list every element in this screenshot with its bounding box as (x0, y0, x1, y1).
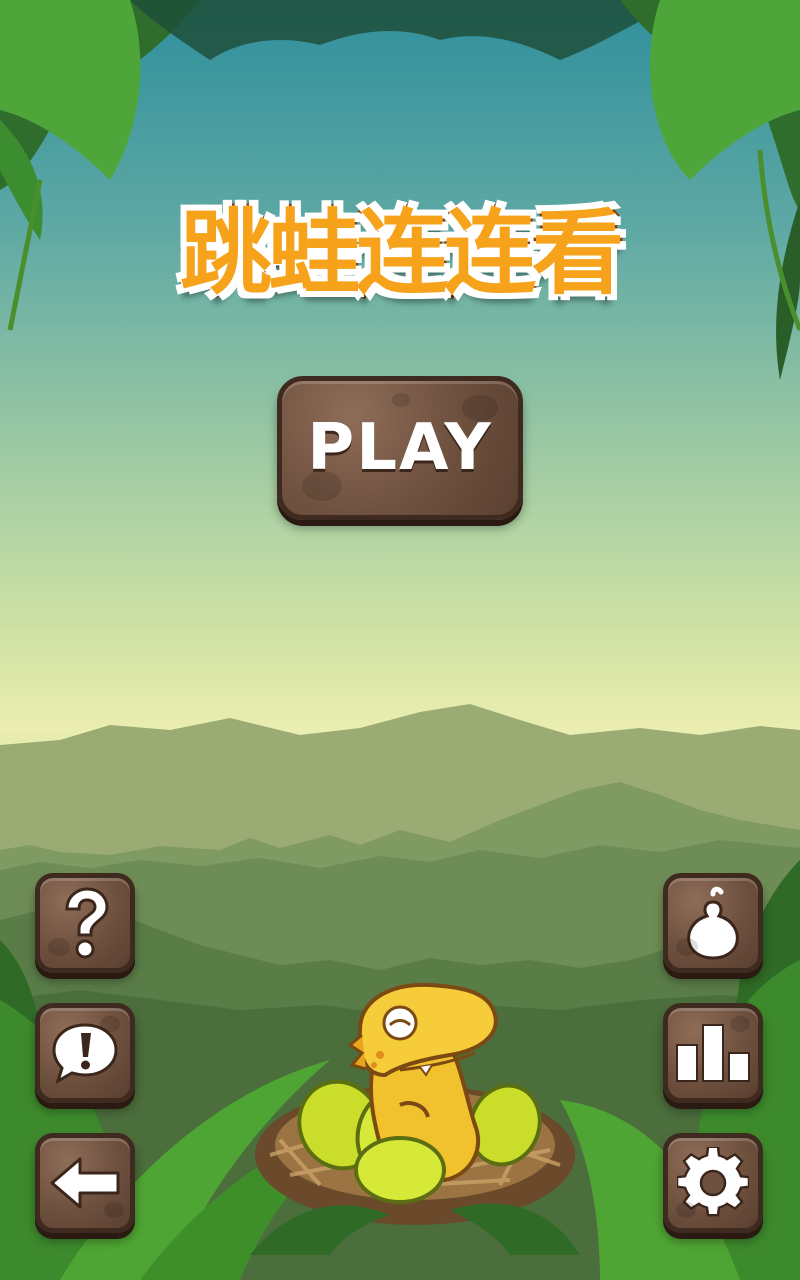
feedback-button[interactable] (35, 1003, 135, 1103)
game-title: 跳蛙连连看 (177, 197, 626, 309)
game-title-logo: 跳蛙连连看 (165, 160, 635, 330)
back-button[interactable] (35, 1133, 135, 1233)
shop-button[interactable] (663, 873, 763, 973)
bar-chart-icon (676, 1024, 750, 1082)
settings-button[interactable] (663, 1133, 763, 1233)
help-button[interactable] (35, 873, 135, 973)
play-label: PLAY (307, 411, 493, 485)
game-main-menu: 跳蛙连连看 PLAY (0, 0, 800, 1280)
dinosaur-mascot (250, 982, 580, 1255)
leaderboard-button[interactable] (663, 1003, 763, 1103)
play-button[interactable]: PLAY (277, 376, 523, 520)
